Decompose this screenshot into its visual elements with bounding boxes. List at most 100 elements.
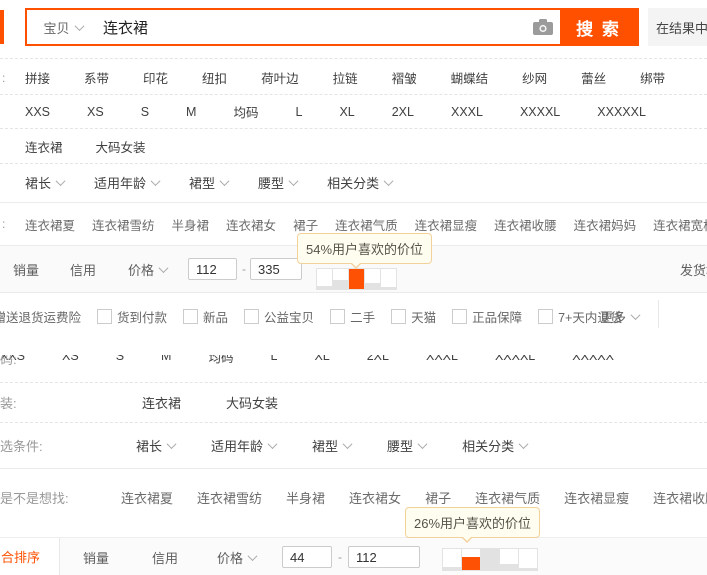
filter-tag[interactable]: 纽扣 <box>202 68 227 87</box>
related-search-link[interactable]: 连衣裙气质 <box>475 488 540 507</box>
checkbox-icon[interactable] <box>244 308 260 324</box>
sort-sales[interactable]: 销量 <box>13 260 39 279</box>
price-histogram-segment[interactable] <box>316 268 333 290</box>
price-histogram-segment[interactable] <box>499 548 519 571</box>
size-option[interactable]: XXXL <box>426 355 458 363</box>
service-checkbox-item[interactable]: 天猫 <box>391 307 436 326</box>
size-option[interactable]: M <box>161 355 171 363</box>
size-option[interactable]: XS <box>62 355 79 363</box>
price-histogram[interactable] <box>442 548 538 571</box>
size-option[interactable]: XL <box>314 355 329 363</box>
price-histogram-segment[interactable] <box>518 548 538 571</box>
price-max-input[interactable] <box>250 258 302 280</box>
sort-price[interactable]: 价格 <box>128 260 169 279</box>
related-search-link[interactable]: 连衣裙收腰 <box>653 488 707 507</box>
price-histogram-segment[interactable] <box>332 268 349 290</box>
filter-dropdown[interactable]: 适用年龄 <box>211 436 278 455</box>
category-option[interactable]: 连衣裙 <box>25 137 63 156</box>
price-histogram[interactable] <box>316 268 397 290</box>
filter-tag[interactable]: 系带 <box>84 68 109 87</box>
size-option[interactable]: XXXL <box>451 105 483 119</box>
sort-price[interactable]: 价格 <box>217 548 258 567</box>
size-option[interactable]: M <box>186 105 196 119</box>
filter-dropdown[interactable]: 裙长 <box>136 436 177 455</box>
size-option[interactable]: XXXXX <box>572 355 614 363</box>
size-option[interactable]: S <box>116 355 124 363</box>
filter-dropdown[interactable]: 相关分类 <box>462 436 529 455</box>
filter-tag[interactable]: 蝴蝶结 <box>451 68 489 87</box>
filter-dropdown[interactable]: 腰型 <box>258 173 299 192</box>
filter-dropdown[interactable]: 腰型 <box>387 436 428 455</box>
related-search-link[interactable]: 半身裙 <box>286 488 325 507</box>
checkbox-icon[interactable] <box>183 308 199 324</box>
related-search-link[interactable]: 连衣裙宽松 <box>653 215 707 234</box>
filter-dropdown[interactable]: 裙型 <box>312 436 353 455</box>
search-in-results-option[interactable]: 在结果中 <box>648 8 707 46</box>
size-option[interactable]: XXXXXL <box>597 105 646 119</box>
size-option[interactable]: S <box>141 105 149 119</box>
price-max-input[interactable] <box>348 546 420 568</box>
related-search-link[interactable]: 裙子 <box>293 215 318 234</box>
category-option[interactable]: 大码女装 <box>226 393 278 412</box>
service-checkbox-item[interactable]: 新品 <box>183 307 228 326</box>
filter-tag[interactable]: 拉链 <box>333 68 358 87</box>
checkbox-icon[interactable] <box>538 308 554 324</box>
size-option[interactable]: XXXXL <box>520 105 560 119</box>
filter-tag[interactable]: 拼接 <box>25 68 50 87</box>
size-option[interactable]: L <box>270 355 277 363</box>
related-search-link[interactable]: 连衣裙显瘦 <box>564 488 629 507</box>
related-search-link[interactable]: 连衣裙雪纺 <box>197 488 262 507</box>
price-histogram-segment[interactable] <box>442 548 462 571</box>
size-option[interactable]: XXXXL <box>495 355 535 363</box>
filter-dropdown[interactable]: 相关分类 <box>327 173 394 192</box>
related-search-link[interactable]: 连衣裙夏 <box>25 215 75 234</box>
filter-dropdown[interactable]: 裙长 <box>25 173 66 192</box>
checkbox-icon[interactable] <box>330 308 346 324</box>
search-button[interactable]: 搜 索 <box>560 10 637 44</box>
more-dropdown[interactable]: 更多 <box>600 294 641 338</box>
related-search-link[interactable]: 连衣裙妈妈 <box>574 215 637 234</box>
size-option[interactable]: XXS <box>25 105 50 119</box>
size-option[interactable]: 2XL <box>392 105 414 119</box>
size-option[interactable]: XL <box>339 105 354 119</box>
related-search-link[interactable]: 连衣裙夏 <box>121 488 173 507</box>
service-checkbox-item[interactable]: 公益宝贝 <box>244 307 314 326</box>
category-option[interactable]: 连衣裙 <box>142 393 181 412</box>
price-min-input[interactable] <box>282 546 332 568</box>
related-search-link[interactable]: 连衣裙女 <box>226 215 276 234</box>
size-option[interactable]: 均码 <box>233 102 258 121</box>
service-checkbox-item[interactable]: 货到付款 <box>97 307 167 326</box>
filter-tag[interactable]: 纱网 <box>522 68 547 87</box>
related-search-link[interactable]: 连衣裙收腰 <box>494 215 557 234</box>
price-histogram-segment[interactable] <box>461 548 481 571</box>
filter-tag[interactable]: 褶皱 <box>392 68 417 87</box>
sort-credit[interactable]: 信用 <box>152 548 178 567</box>
sort-sales[interactable]: 销量 <box>83 548 109 567</box>
filter-dropdown[interactable]: 适用年龄 <box>94 173 161 192</box>
camera-icon[interactable] <box>526 10 560 44</box>
price-histogram-segment[interactable] <box>364 268 381 290</box>
related-search-link[interactable]: 连衣裙雪纺 <box>92 215 155 234</box>
checkbox-icon[interactable] <box>391 308 407 324</box>
sort-credit[interactable]: 信用 <box>70 260 96 279</box>
size-option[interactable]: L <box>295 105 302 119</box>
checkbox-icon[interactable] <box>97 308 113 324</box>
checkbox-icon[interactable] <box>452 308 468 324</box>
related-search-link[interactable]: 半身裙 <box>172 215 210 234</box>
size-option[interactable]: XS <box>87 105 104 119</box>
price-min-input[interactable] <box>188 258 237 280</box>
ship-from-link[interactable]: 发货地 <box>680 260 707 279</box>
filter-dropdown[interactable]: 裙型 <box>189 173 230 192</box>
related-search-link[interactable]: 裙子 <box>425 488 451 507</box>
related-search-link[interactable]: 连衣裙女 <box>349 488 401 507</box>
service-checkbox-item[interactable]: 二手 <box>330 307 375 326</box>
price-histogram-segment[interactable] <box>480 548 500 571</box>
filter-tag[interactable]: 印花 <box>143 68 168 87</box>
sort-composite[interactable]: 合排序 <box>0 538 60 575</box>
related-search-link[interactable]: 连衣裙气质 <box>335 215 398 234</box>
category-option[interactable]: 大码女装 <box>96 137 146 156</box>
size-option[interactable]: 2XL <box>367 355 389 363</box>
search-input[interactable] <box>99 10 526 44</box>
service-checkbox-item[interactable]: 正品保障 <box>452 307 522 326</box>
price-histogram-segment[interactable] <box>380 268 397 290</box>
